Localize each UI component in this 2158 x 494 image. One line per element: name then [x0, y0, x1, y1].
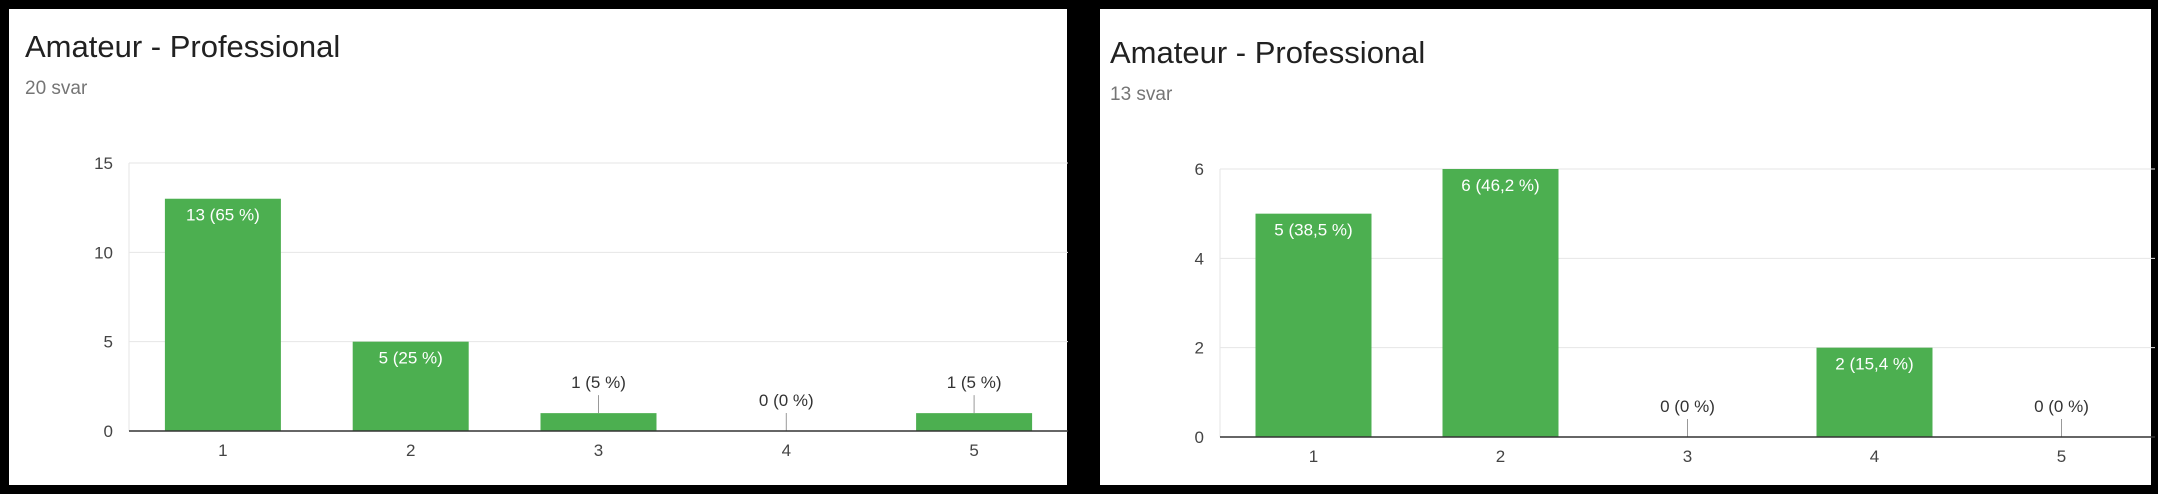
bar — [540, 413, 657, 431]
x-tick-label: 1 — [1309, 447, 1318, 466]
x-tick-label: 5 — [2057, 447, 2066, 466]
x-tick-label: 3 — [594, 441, 603, 460]
bar — [916, 413, 1033, 431]
y-tick-label: 0 — [104, 422, 113, 441]
data-label: 2 (15,4 %) — [1835, 355, 1913, 374]
chart-panel-right: Amateur - Professional 13 svar 02465 (38… — [1100, 9, 2155, 485]
x-tick-label: 2 — [1496, 447, 1505, 466]
x-tick-label: 2 — [406, 441, 415, 460]
y-tick-label: 0 — [1195, 428, 1204, 447]
data-label: 1 (5 %) — [571, 373, 626, 392]
x-tick-label: 4 — [782, 441, 791, 460]
data-label: 1 (5 %) — [947, 373, 1002, 392]
bar — [1442, 169, 1559, 437]
data-label: 5 (25 %) — [379, 349, 443, 368]
bar-chart-left: 0 5 10 15 13 (65 %) 1 5 (25 %) 2 1 (5 %) 3 0 (0 %)… — [94, 154, 1068, 460]
bar — [164, 198, 281, 431]
bar-chart-right: 0 2 4 6 5 (38,5 %) 1 6 (46,2 %) 2 0 (0 %) 3 2 (15,… — [1195, 160, 2155, 466]
y-tick-label: 10 — [94, 243, 113, 262]
y-tick-label: 4 — [1195, 249, 1204, 268]
x-tick-label: 1 — [218, 441, 227, 460]
data-label: 13 (65 %) — [186, 206, 260, 225]
y-tick-label: 6 — [1195, 160, 1204, 179]
y-tick-label: 2 — [1195, 339, 1204, 358]
x-tick-label: 4 — [1870, 447, 1879, 466]
data-label: 6 (46,2 %) — [1461, 176, 1539, 195]
x-tick-label: 3 — [1683, 447, 1692, 466]
data-label: 0 (0 %) — [2034, 397, 2089, 416]
data-label: 0 (0 %) — [759, 391, 814, 410]
data-label: 5 (38,5 %) — [1274, 221, 1352, 240]
y-tick-label: 5 — [104, 333, 113, 352]
bar — [1255, 213, 1372, 437]
x-tick-label: 5 — [969, 441, 978, 460]
data-label: 0 (0 %) — [1660, 397, 1715, 416]
y-tick-label: 15 — [94, 154, 113, 173]
chart-panel-left: Amateur - Professional 20 svar 0 5 10 15 13 … — [9, 9, 1068, 485]
